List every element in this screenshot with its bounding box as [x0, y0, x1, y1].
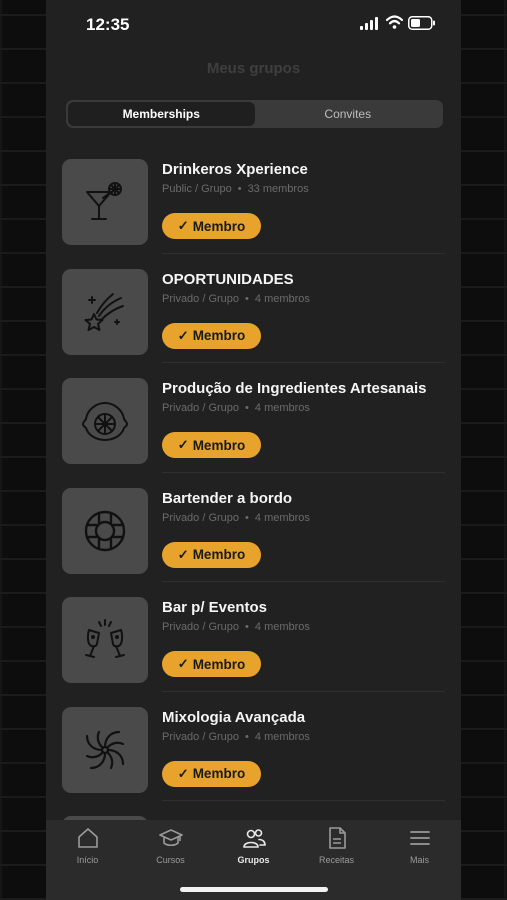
- status-time: 12:35: [86, 15, 130, 34]
- member-badge-label: Membro: [192, 328, 246, 343]
- member-badge-label: Membro: [192, 656, 246, 672]
- tab-recipes-label: Receitas: [318, 855, 354, 865]
- member-badge: ✓ Membro: [162, 322, 261, 349]
- people-icon: [242, 829, 266, 848]
- group-meta: Privado / Grupo • 4 membros: [162, 512, 310, 524]
- segmented-control: Memberships Convites: [66, 100, 443, 128]
- tab-groups-label: Grupos: [237, 855, 270, 865]
- group-visibility: Privado / Grupo: [162, 511, 240, 524]
- group-list-item[interactable]: Produção de Ingredientes Artesanais Priv…: [46, 363, 461, 473]
- cellular-signal-icon: [360, 17, 378, 30]
- tab-invites[interactable]: Convites: [255, 102, 442, 126]
- member-badge-label: Membro: [192, 437, 246, 453]
- group-visibility: Privado / Grupo: [162, 402, 240, 414]
- member-badge-label: Membro: [192, 766, 246, 781]
- group-name: OPORTUNIDADES: [162, 270, 294, 288]
- lifebuoy-icon: [84, 510, 126, 551]
- group-list-item[interactable]: Mixologia Avançada Privado / Grupo • 4 mem…: [46, 692, 461, 801]
- group-list-item[interactable]: Drinkeros Xperience Public / Grupo • 33 me…: [46, 144, 461, 254]
- graduation-cap-icon: [158, 829, 183, 847]
- home-icon: [77, 828, 98, 848]
- group-member-count: 4 membros: [254, 292, 310, 305]
- home-indicator[interactable]: [180, 887, 328, 892]
- group-visibility: Privado / Grupo: [162, 730, 240, 743]
- member-badge: ✓ Membro: [162, 213, 261, 239]
- check-icon: ✓: [177, 656, 189, 671]
- swirl-icon: [85, 730, 125, 769]
- shooting-star-icon: [84, 292, 124, 331]
- group-name: Mixologia Avançada: [162, 708, 306, 726]
- cocktail-icon: [86, 182, 122, 220]
- group-thumbnail: [62, 159, 148, 245]
- check-icon: ✓: [177, 765, 189, 781]
- group-member-count: 33 membros: [247, 183, 309, 195]
- meta-separator: •: [237, 183, 242, 195]
- group-name: Produção de Ingredientes Artesanais: [162, 380, 427, 397]
- group-list-item[interactable]: Bar p/ Eventos Privado / Grupo • 4 membros…: [46, 582, 461, 692]
- group-list-item[interactable]: OPORTUNIDADES Privado / Grupo • 4 membros …: [46, 254, 461, 363]
- meta-separator: •: [245, 621, 249, 633]
- member-badge: ✓ Membro: [162, 541, 261, 568]
- group-member-count: 4 membros: [254, 621, 310, 633]
- document-icon: [328, 827, 346, 849]
- tab-more[interactable]: Mais: [378, 820, 461, 900]
- group-member-count: 4 membros: [254, 402, 310, 414]
- group-thumbnail: [62, 378, 148, 464]
- meta-separator: •: [245, 730, 249, 743]
- group-member-count: 4 membros: [254, 511, 310, 524]
- member-badge-label: Membro: [192, 218, 246, 234]
- group-thumbnail: [62, 487, 148, 574]
- group-thumbnail: [62, 268, 148, 355]
- groups-list: Drinkeros Xperience Public / Grupo • 33 me…: [46, 144, 461, 900]
- lemon-icon: [82, 402, 128, 441]
- check-icon: ✓: [177, 546, 189, 562]
- group-thumbnail: [62, 597, 148, 683]
- check-icon: ✓: [177, 437, 189, 452]
- menu-icon: [409, 831, 430, 845]
- group-visibility: Public / Grupo: [162, 183, 232, 195]
- group-list-item[interactable]: Bartender a bordo Privado / Grupo • 4 memb…: [46, 473, 461, 582]
- group-meta: Privado / Grupo • 4 membros: [162, 402, 310, 414]
- meta-separator: •: [245, 511, 249, 524]
- meta-separator: •: [245, 402, 249, 414]
- wifi-icon: [386, 15, 403, 29]
- tab-courses-label: Cursos: [156, 855, 185, 865]
- member-badge-label: Membro: [192, 547, 246, 562]
- group-member-count: 4 membros: [254, 730, 310, 743]
- group-meta: Public / Grupo • 33 membros: [162, 183, 309, 195]
- group-visibility: Privado / Grupo: [162, 621, 240, 633]
- tab-home[interactable]: Início: [46, 820, 129, 900]
- status-bar: 12:35: [46, 0, 461, 48]
- page-title: Meus grupos: [206, 60, 301, 77]
- group-name: Drinkeros Xperience: [162, 161, 308, 178]
- app-screen: 12:35 Meus grupos Memberships Convites D…: [46, 0, 461, 900]
- group-meta: Privado / Grupo • 4 membros: [162, 293, 310, 305]
- group-meta: Privado / Grupo • 4 membros: [162, 621, 310, 633]
- member-badge: ✓ Membro: [162, 432, 261, 458]
- tab-home-label: Início: [76, 855, 99, 865]
- group-thumbnail: [62, 706, 148, 793]
- meta-separator: •: [245, 292, 249, 305]
- champagne-toast-icon: [85, 619, 125, 658]
- tab-memberships[interactable]: Memberships: [68, 102, 255, 126]
- group-name: Bartender a bordo: [162, 489, 293, 507]
- check-icon: ✓: [177, 327, 189, 343]
- tab-more-label: Mais: [409, 855, 429, 865]
- check-icon: ✓: [177, 218, 189, 233]
- battery-icon: [408, 16, 435, 30]
- group-meta: Privado / Grupo • 4 membros: [162, 731, 310, 743]
- member-badge: ✓ Membro: [162, 651, 261, 677]
- group-name: Bar p/ Eventos: [162, 599, 268, 616]
- member-badge: ✓ Membro: [162, 760, 261, 787]
- group-visibility: Privado / Grupo: [162, 292, 240, 305]
